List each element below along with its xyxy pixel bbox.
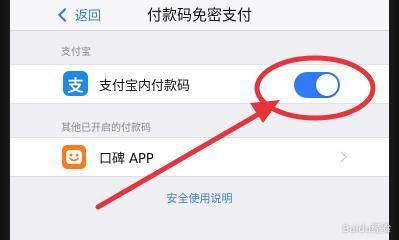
page-title: 付款码免密支付 [146, 6, 252, 24]
security-guide-link[interactable]: 安全使用说明 [10, 190, 389, 206]
passwordless-toggle[interactable] [294, 72, 340, 98]
koubei-smile-icon [62, 145, 86, 169]
koubei-app-label: 口碑 APP [99, 152, 154, 167]
watermark: Baidu经验 [342, 224, 391, 235]
alipay-paycode-row: 支 支付宝内付款码 [10, 64, 389, 104]
koubei-app-row[interactable]: 口碑 APP [10, 137, 389, 177]
toggle-knob [316, 74, 338, 96]
phone-bezel-left [0, 0, 10, 240]
alipay-icon-glyph: 支 [67, 75, 84, 95]
alipay-icon: 支 [63, 71, 88, 96]
alipay-paycode-label: 支付宝内付款码 [99, 79, 191, 94]
section-header-alipay: 支付宝 [61, 47, 91, 58]
section-header-others: 其他已开启的付款码 [61, 123, 151, 134]
chevron-right-icon [335, 151, 347, 163]
navigation-bar: 返回 付款码免密支付 [10, 0, 389, 31]
phone-screen: 返回 付款码免密支付 支付宝 支 支付宝内付款码 其他已开启的付款码 口碑 AP… [10, 0, 389, 240]
phone-bezel-right [389, 0, 399, 240]
